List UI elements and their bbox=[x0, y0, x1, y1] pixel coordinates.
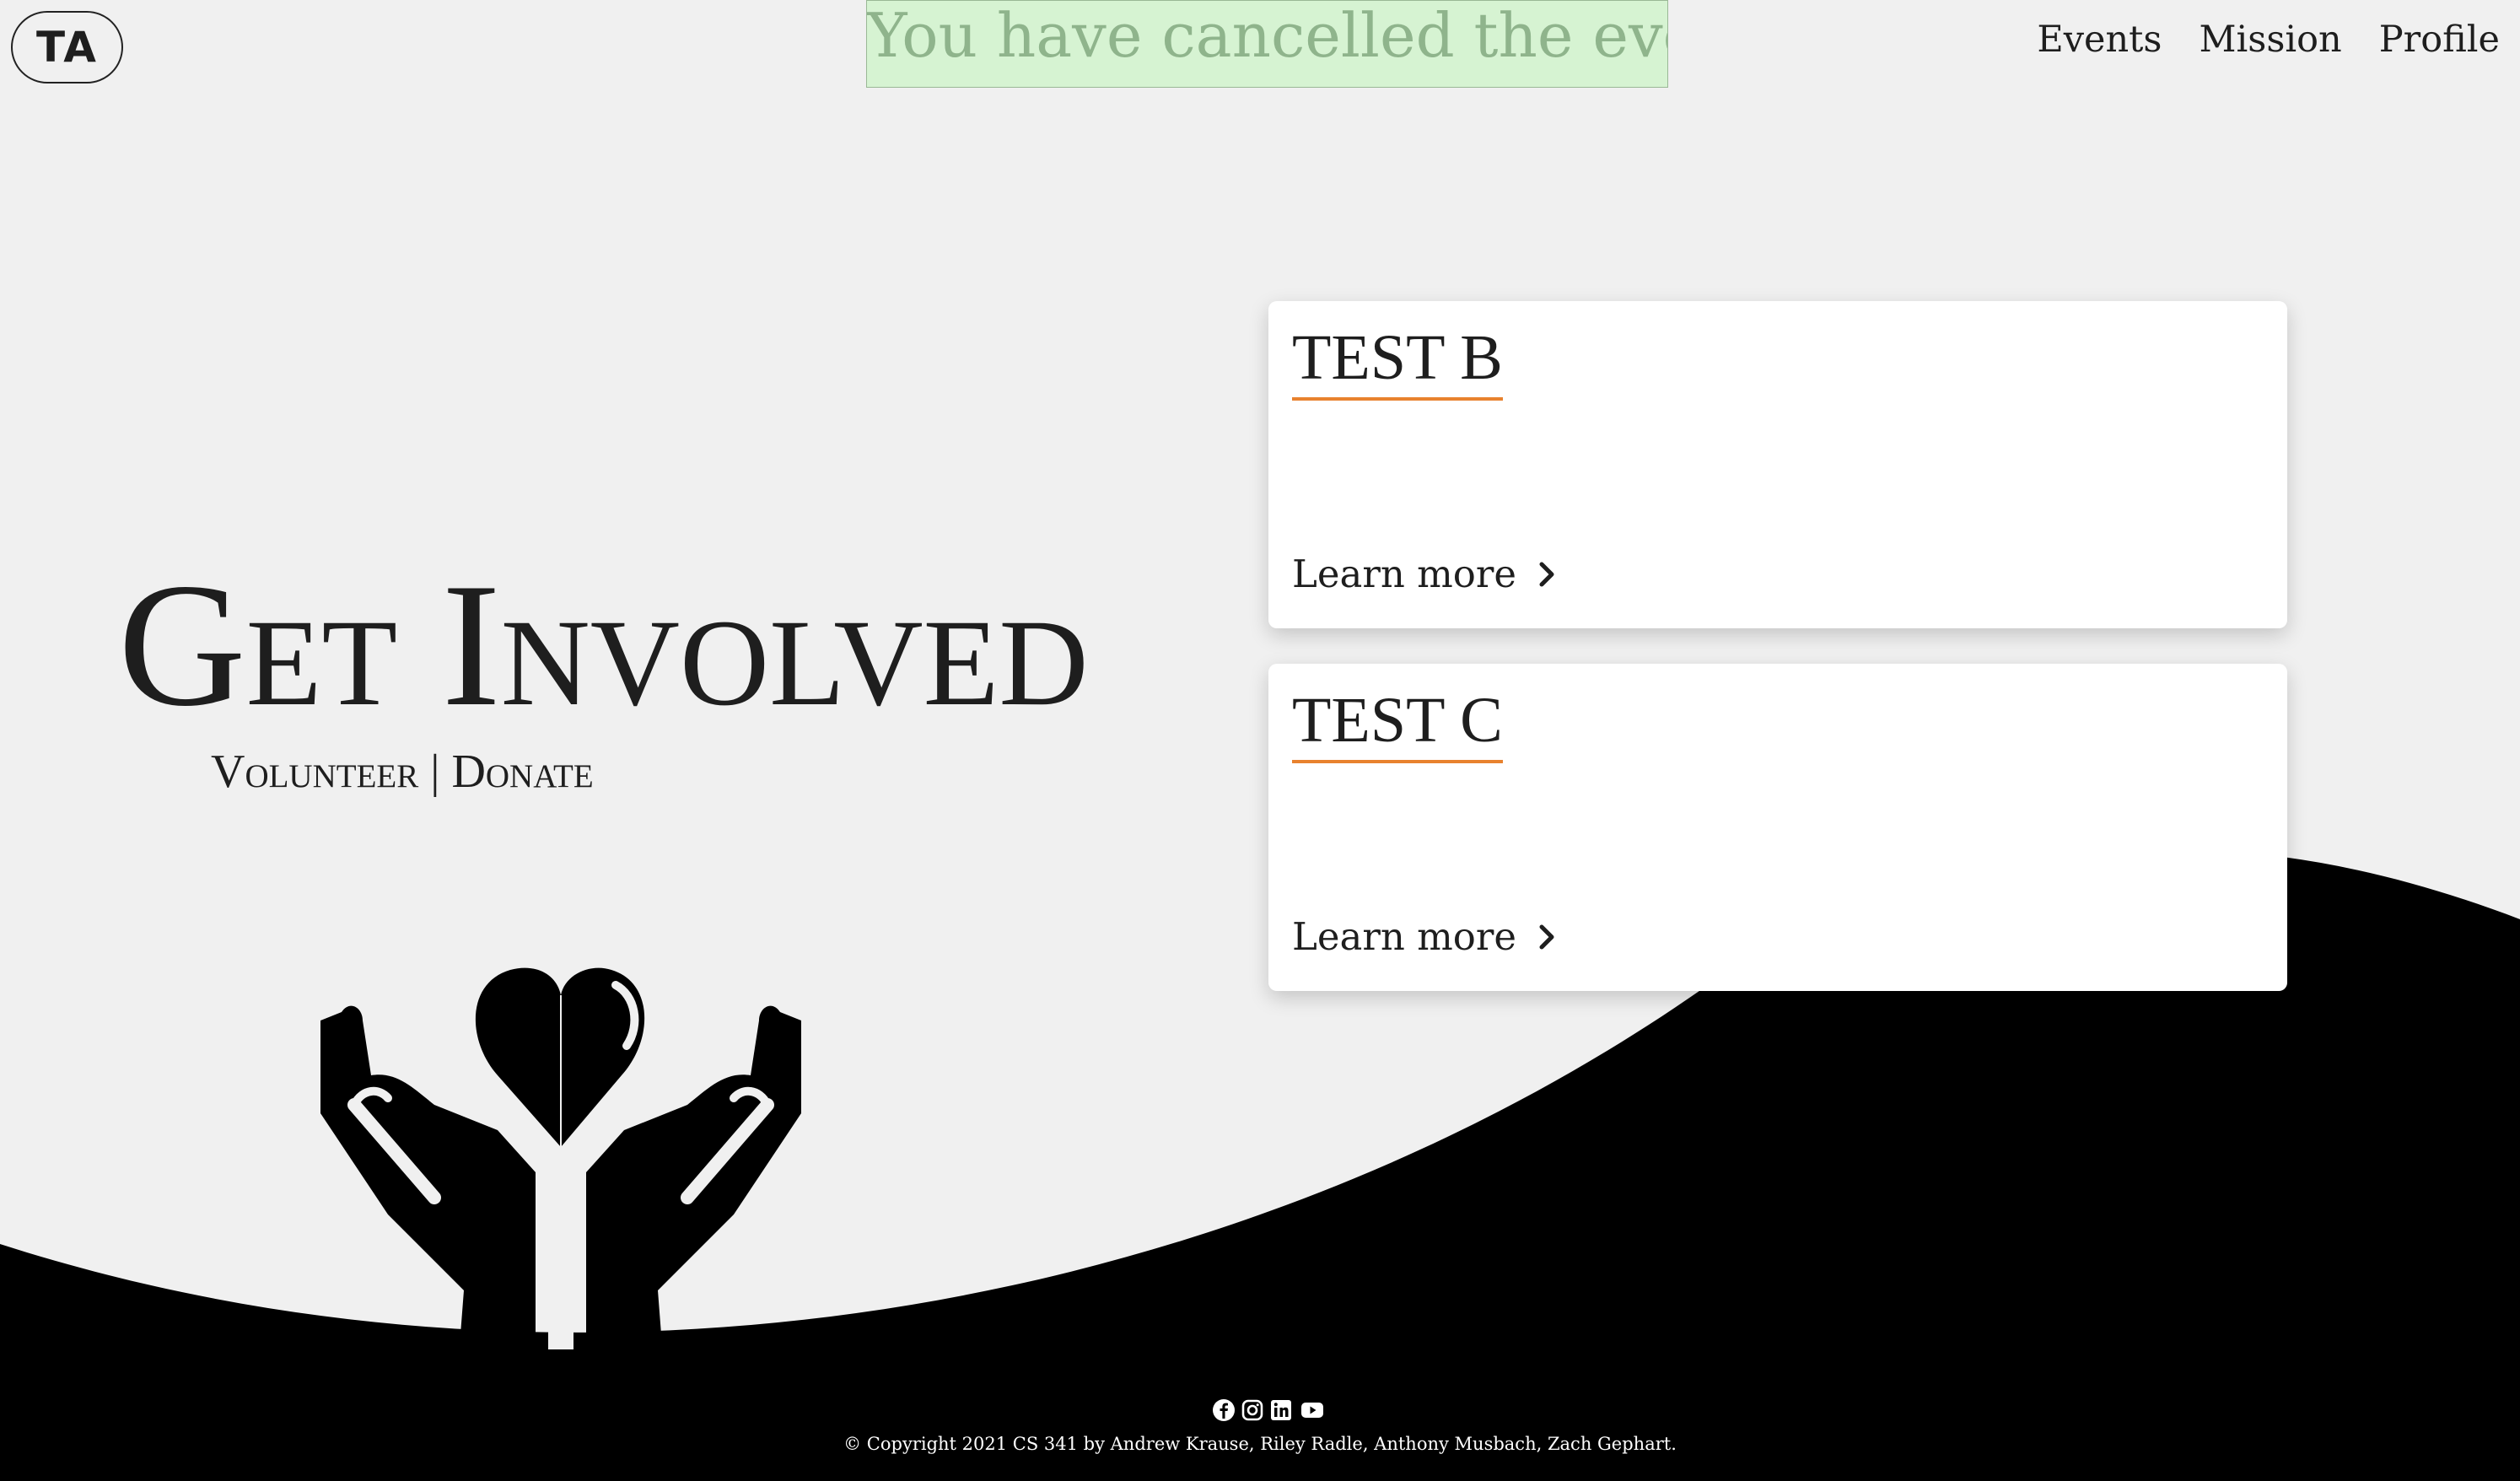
event-card-title: TEST B bbox=[1292, 324, 1503, 401]
hands-heart-icon bbox=[320, 967, 801, 1349]
linkedin-icon[interactable] bbox=[1269, 1398, 1293, 1422]
event-card-title: TEST C bbox=[1292, 687, 1503, 763]
nav-events-link[interactable]: Events bbox=[2037, 19, 2162, 61]
learn-more-link[interactable]: Learn more bbox=[1292, 914, 1559, 959]
facebook-icon[interactable] bbox=[1212, 1398, 1236, 1422]
event-card: TEST B Learn more bbox=[1268, 301, 2287, 628]
cancel-alert: You have cancelled the event. bbox=[866, 0, 1668, 88]
learn-more-label: Learn more bbox=[1292, 552, 1517, 596]
chevron-right-icon bbox=[1539, 924, 1554, 949]
instagram-icon[interactable] bbox=[1241, 1398, 1264, 1422]
hero-title: Get Involved bbox=[118, 547, 1089, 743]
learn-more-link[interactable]: Learn more bbox=[1292, 552, 1559, 596]
main-nav: Events Mission Profile bbox=[2037, 19, 2500, 61]
social-links bbox=[1212, 1398, 1323, 1422]
youtube-icon[interactable] bbox=[1298, 1398, 1323, 1422]
learn-more-label: Learn more bbox=[1292, 914, 1517, 959]
hero-subtitle: Volunteer | Donate bbox=[211, 746, 594, 798]
nav-mission-link[interactable]: Mission bbox=[2199, 19, 2341, 61]
nav-profile-link[interactable]: Profile bbox=[2379, 19, 2500, 61]
copyright-text: © Copyright 2021 CS 341 by Andrew Krause… bbox=[843, 1434, 1677, 1454]
event-card: TEST C Learn more bbox=[1268, 664, 2287, 991]
chevron-right-icon bbox=[1539, 562, 1554, 586]
site-logo[interactable]: TA bbox=[11, 11, 123, 83]
